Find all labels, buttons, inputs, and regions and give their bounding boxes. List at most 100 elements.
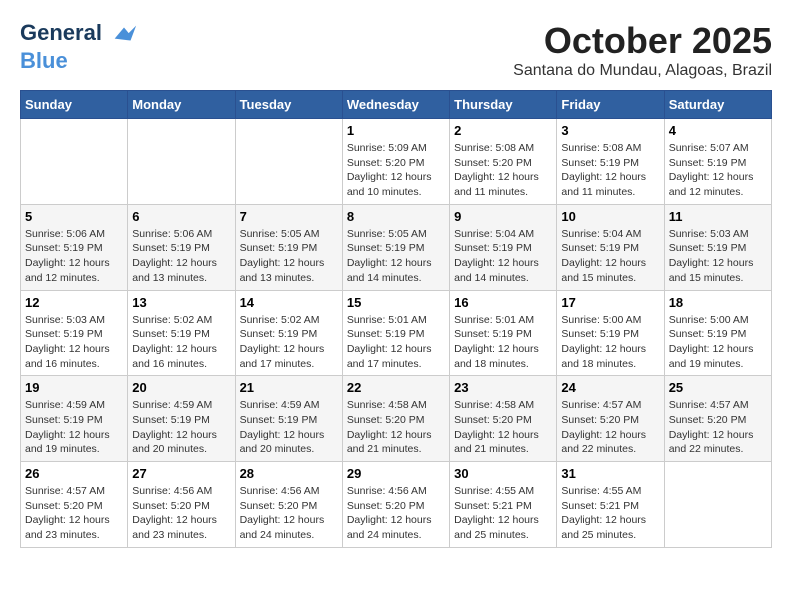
calendar-cell: 6Sunrise: 5:06 AM Sunset: 5:19 PM Daylig… <box>128 204 235 290</box>
day-info: Sunrise: 4:59 AM Sunset: 5:19 PM Dayligh… <box>25 398 123 457</box>
day-number: 1 <box>347 123 445 138</box>
day-number: 11 <box>669 209 767 224</box>
day-info: Sunrise: 5:01 AM Sunset: 5:19 PM Dayligh… <box>454 313 552 372</box>
day-number: 28 <box>240 466 338 481</box>
logo-blue: Blue <box>20 48 138 74</box>
day-info: Sunrise: 4:56 AM Sunset: 5:20 PM Dayligh… <box>240 484 338 543</box>
calendar-body: 1 Sunrise: 5:09 AM Sunset: 5:20 PM Daylig… <box>21 119 772 548</box>
weekday-friday: Friday <box>557 91 664 119</box>
day-number: 25 <box>669 380 767 395</box>
location: Santana do Mundau, Alagoas, Brazil <box>513 62 772 80</box>
day-number: 8 <box>347 209 445 224</box>
calendar-cell: 9 Sunrise: 5:04 AM Sunset: 5:19 PM Daylig… <box>450 204 557 290</box>
day-number: 30 <box>454 466 552 481</box>
day-info: Sunrise: 5:00 AM Sunset: 5:19 PM Dayligh… <box>669 313 767 372</box>
day-number: 9 <box>454 209 552 224</box>
weekday-header-row: SundayMondayTuesdayWednesdayThursdayFrid… <box>21 91 772 119</box>
day-info: Sunrise: 5:04 AM Sunset: 5:19 PM Dayligh… <box>561 227 659 286</box>
day-number: 10 <box>561 209 659 224</box>
calendar-week-1: 1 Sunrise: 5:09 AM Sunset: 5:20 PM Daylig… <box>21 119 772 205</box>
day-info: Sunrise: 5:02 AM Sunset: 5:19 PM Dayligh… <box>132 313 230 372</box>
day-info: Sunrise: 5:02 AM Sunset: 5:19 PM Dayligh… <box>240 313 338 372</box>
day-info: Sunrise: 4:59 AM Sunset: 5:19 PM Dayligh… <box>132 398 230 457</box>
calendar-cell: 24Sunrise: 4:57 AM Sunset: 5:20 PM Dayli… <box>557 376 664 462</box>
day-info: Sunrise: 5:06 AM Sunset: 5:19 PM Dayligh… <box>25 227 123 286</box>
calendar-cell: 1 Sunrise: 5:09 AM Sunset: 5:20 PM Daylig… <box>342 119 449 205</box>
day-number: 12 <box>25 295 123 310</box>
day-number: 26 <box>25 466 123 481</box>
calendar-week-4: 19 Sunrise: 4:59 AM Sunset: 5:19 PM Dayli… <box>21 376 772 462</box>
day-number: 4 <box>669 123 767 138</box>
day-number: 20 <box>132 380 230 395</box>
day-info: Sunrise: 5:03 AM Sunset: 5:19 PM Dayligh… <box>25 313 123 372</box>
calendar-cell: 19 Sunrise: 4:59 AM Sunset: 5:19 PM Dayli… <box>21 376 128 462</box>
calendar-cell: 20 Sunrise: 4:59 AM Sunset: 5:19 PM Dayli… <box>128 376 235 462</box>
day-number: 14 <box>240 295 338 310</box>
weekday-sunday: Sunday <box>21 91 128 119</box>
logo-bird-icon <box>110 20 138 48</box>
calendar-cell: 29Sunrise: 4:56 AM Sunset: 5:20 PM Dayli… <box>342 462 449 548</box>
month-title: October 2025 <box>513 20 772 62</box>
calendar-cell: 2Sunrise: 5:08 AM Sunset: 5:20 PM Daylig… <box>450 119 557 205</box>
calendar-cell <box>21 119 128 205</box>
day-info: Sunrise: 5:00 AM Sunset: 5:19 PM Dayligh… <box>561 313 659 372</box>
calendar-cell: 13 Sunrise: 5:02 AM Sunset: 5:19 PM Dayli… <box>128 290 235 376</box>
day-number: 19 <box>25 380 123 395</box>
calendar-cell: 3 Sunrise: 5:08 AM Sunset: 5:19 PM Daylig… <box>557 119 664 205</box>
day-number: 17 <box>561 295 659 310</box>
calendar-cell: 23Sunrise: 4:58 AM Sunset: 5:20 PM Dayli… <box>450 376 557 462</box>
day-info: Sunrise: 5:09 AM Sunset: 5:20 PM Dayligh… <box>347 141 445 200</box>
calendar-cell: 16 Sunrise: 5:01 AM Sunset: 5:19 PM Dayli… <box>450 290 557 376</box>
day-number: 22 <box>347 380 445 395</box>
day-number: 31 <box>561 466 659 481</box>
calendar-week-5: 26Sunrise: 4:57 AM Sunset: 5:20 PM Dayli… <box>21 462 772 548</box>
day-number: 16 <box>454 295 552 310</box>
calendar-cell: 17 Sunrise: 5:00 AM Sunset: 5:19 PM Dayli… <box>557 290 664 376</box>
calendar-cell: 28 Sunrise: 4:56 AM Sunset: 5:20 PM Dayli… <box>235 462 342 548</box>
day-number: 13 <box>132 295 230 310</box>
calendar-cell: 21 Sunrise: 4:59 AM Sunset: 5:19 PM Dayli… <box>235 376 342 462</box>
calendar-cell <box>664 462 771 548</box>
calendar-table: SundayMondayTuesdayWednesdayThursdayFrid… <box>20 90 772 548</box>
day-info: Sunrise: 4:57 AM Sunset: 5:20 PM Dayligh… <box>669 398 767 457</box>
calendar-cell: 25 Sunrise: 4:57 AM Sunset: 5:20 PM Dayli… <box>664 376 771 462</box>
day-number: 18 <box>669 295 767 310</box>
day-number: 27 <box>132 466 230 481</box>
calendar-cell: 27 Sunrise: 4:56 AM Sunset: 5:20 PM Dayli… <box>128 462 235 548</box>
weekday-thursday: Thursday <box>450 91 557 119</box>
calendar-cell: 7Sunrise: 5:05 AM Sunset: 5:19 PM Daylig… <box>235 204 342 290</box>
weekday-tuesday: Tuesday <box>235 91 342 119</box>
day-number: 29 <box>347 466 445 481</box>
calendar-cell: 4 Sunrise: 5:07 AM Sunset: 5:19 PM Daylig… <box>664 119 771 205</box>
day-info: Sunrise: 5:06 AM Sunset: 5:19 PM Dayligh… <box>132 227 230 286</box>
weekday-monday: Monday <box>128 91 235 119</box>
day-number: 21 <box>240 380 338 395</box>
day-number: 5 <box>25 209 123 224</box>
day-info: Sunrise: 5:08 AM Sunset: 5:19 PM Dayligh… <box>561 141 659 200</box>
calendar-week-2: 5 Sunrise: 5:06 AM Sunset: 5:19 PM Daylig… <box>21 204 772 290</box>
day-number: 24 <box>561 380 659 395</box>
day-info: Sunrise: 4:58 AM Sunset: 5:20 PM Dayligh… <box>347 398 445 457</box>
day-info: Sunrise: 5:07 AM Sunset: 5:19 PM Dayligh… <box>669 141 767 200</box>
title-block: October 2025 Santana do Mundau, Alagoas,… <box>513 20 772 80</box>
day-number: 23 <box>454 380 552 395</box>
day-info: Sunrise: 4:59 AM Sunset: 5:19 PM Dayligh… <box>240 398 338 457</box>
day-info: Sunrise: 4:55 AM Sunset: 5:21 PM Dayligh… <box>561 484 659 543</box>
calendar-cell: 15Sunrise: 5:01 AM Sunset: 5:19 PM Dayli… <box>342 290 449 376</box>
calendar-week-3: 12 Sunrise: 5:03 AM Sunset: 5:19 PM Dayli… <box>21 290 772 376</box>
day-info: Sunrise: 5:03 AM Sunset: 5:19 PM Dayligh… <box>669 227 767 286</box>
day-info: Sunrise: 5:05 AM Sunset: 5:19 PM Dayligh… <box>240 227 338 286</box>
weekday-saturday: Saturday <box>664 91 771 119</box>
calendar-cell <box>128 119 235 205</box>
day-info: Sunrise: 5:04 AM Sunset: 5:19 PM Dayligh… <box>454 227 552 286</box>
calendar-cell: 12 Sunrise: 5:03 AM Sunset: 5:19 PM Dayli… <box>21 290 128 376</box>
day-info: Sunrise: 4:56 AM Sunset: 5:20 PM Dayligh… <box>132 484 230 543</box>
day-info: Sunrise: 5:05 AM Sunset: 5:19 PM Dayligh… <box>347 227 445 286</box>
calendar-cell: 5 Sunrise: 5:06 AM Sunset: 5:19 PM Daylig… <box>21 204 128 290</box>
day-number: 3 <box>561 123 659 138</box>
calendar-cell: 18 Sunrise: 5:00 AM Sunset: 5:19 PM Dayli… <box>664 290 771 376</box>
page-header: General Blue October 2025 Santana do Mun… <box>20 20 772 80</box>
calendar-cell: 8 Sunrise: 5:05 AM Sunset: 5:19 PM Daylig… <box>342 204 449 290</box>
day-number: 15 <box>347 295 445 310</box>
calendar-cell: 22 Sunrise: 4:58 AM Sunset: 5:20 PM Dayli… <box>342 376 449 462</box>
